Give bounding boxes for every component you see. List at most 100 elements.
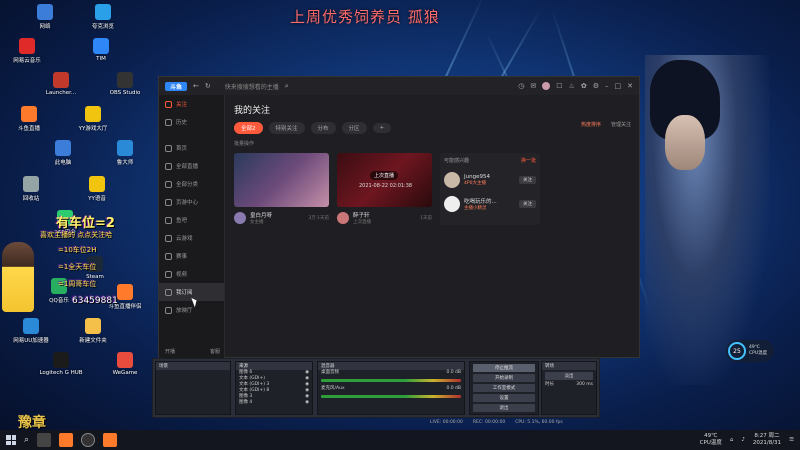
- obs-control-button[interactable]: 工作室模式: [473, 384, 535, 392]
- desktop-icon[interactable]: 鲁大师: [100, 140, 150, 166]
- back-icon[interactable]: ←: [193, 82, 199, 90]
- obs-transitions: 转场 淡出 时长 300 ms: [541, 361, 597, 415]
- desktop-icon[interactable]: 夸克浏览: [78, 4, 128, 30]
- douyu-taskbar-icon[interactable]: [59, 433, 74, 447]
- recommend-item[interactable]: Junge954 4P0大主播 关注: [444, 172, 536, 188]
- sidebar-item-label: 鱼吧: [176, 218, 188, 224]
- tab-all[interactable]: 全部2: [234, 122, 263, 134]
- sidebar-item[interactable]: 全部直播: [159, 157, 224, 175]
- search-icon[interactable]: ⌕: [285, 82, 289, 91]
- search-icon[interactable]: ⌕: [24, 435, 29, 445]
- obs-source-item[interactable]: 图像 4 ◉: [236, 400, 312, 406]
- history-icon[interactable]: ◷: [518, 82, 524, 90]
- obs-taskbar-icon[interactable]: [81, 433, 96, 447]
- desktop-icon[interactable]: 斗鱼直播: [4, 106, 54, 132]
- recommend-panel: 可能感兴趣 换一批 Junge954 4P0大主播 关注 吃喝玩乐的... 主播…: [440, 153, 540, 225]
- desktop-icon[interactable]: Logitech G HUB: [36, 352, 86, 376]
- obs-control-button[interactable]: 开始录制: [473, 374, 535, 382]
- sidebar-item[interactable]: 页游中心: [159, 193, 224, 211]
- start-icon[interactable]: [6, 435, 16, 445]
- sidebar-item-label: 关注: [176, 102, 188, 108]
- gift-icon[interactable]: ✿: [581, 82, 587, 90]
- overlay-line: =1周哥车位: [58, 280, 97, 288]
- sidebar-item[interactable]: 首页: [159, 139, 224, 157]
- desktop-icon[interactable]: YY游戏大厅: [68, 106, 118, 132]
- sidebar-item[interactable]: 历史: [159, 113, 224, 131]
- tab-distribution[interactable]: 分布: [310, 122, 336, 134]
- close-icon[interactable]: ✕: [627, 82, 633, 90]
- follow-button[interactable]: 关注: [519, 176, 536, 184]
- hot-sort-button[interactable]: 热度排序: [581, 121, 601, 128]
- mixer-db: 0.0 dB: [446, 386, 461, 391]
- cpu-widget[interactable]: 25 49℃ CPU温度: [726, 340, 774, 362]
- cloud-icon: [165, 234, 172, 242]
- batch-action[interactable]: 批量操作: [234, 140, 631, 147]
- follow-button[interactable]: 关注: [519, 200, 536, 208]
- live-status: LIVE: 00:00:00: [430, 420, 463, 425]
- stream-card[interactable]: 皇白月呀 女主播 3万·1天前: [234, 153, 329, 225]
- task-icon[interactable]: ☐: [556, 82, 562, 90]
- sidebar-item-label: 全部分类: [176, 182, 199, 188]
- notification-icon[interactable]: ☰: [789, 437, 794, 443]
- stream-card[interactable]: 上次直播 2021-08-22 02:01:38 醉子轩 上次直播 1天前: [337, 153, 432, 225]
- manage-follow-button[interactable]: 管理关注: [611, 121, 631, 128]
- clock-date: 2021/8/31: [752, 440, 782, 446]
- desktop-icon[interactable]: WeGame: [100, 352, 150, 376]
- desktop-icon[interactable]: 此电脑: [38, 140, 88, 166]
- sidebar-item[interactable]: 赛事: [159, 247, 224, 265]
- desktop-icon[interactable]: OBS Studio: [100, 72, 150, 96]
- avatar-icon[interactable]: [542, 82, 551, 90]
- tab-special[interactable]: 特别关注: [268, 122, 305, 134]
- obs-status-bar: LIVE: 00:00:00 REC: 00:00:00 CPU: 5.1%, …: [430, 420, 563, 425]
- sidebar-item[interactable]: 云游戏: [159, 229, 224, 247]
- sidebar-item[interactable]: 全部分类: [159, 175, 224, 193]
- douyu-companion-icon[interactable]: [103, 433, 118, 447]
- add-tab-icon[interactable]: +: [372, 123, 392, 133]
- sidebar-item-label: 我订阅: [176, 290, 193, 296]
- network-icon[interactable]: ⌂: [730, 437, 734, 443]
- tray-temp-label: CPU温度: [699, 440, 722, 446]
- start-stream-button[interactable]: 开播: [165, 348, 175, 355]
- obs-control-button[interactable]: 停止推流: [473, 364, 535, 372]
- recommend-item[interactable]: 吃喝玩乐的... 主播小精灵 关注: [444, 196, 536, 212]
- overlay-line: =10车位2H: [58, 246, 97, 254]
- desktop-icon[interactable]: 网络: [20, 4, 70, 30]
- stream-thumbnail[interactable]: [234, 153, 329, 207]
- tab-zone[interactable]: 分区: [341, 122, 367, 134]
- refresh-icon[interactable]: ↻: [205, 82, 211, 90]
- minimize-icon[interactable]: –: [605, 82, 609, 90]
- taskview-icon[interactable]: [37, 433, 52, 447]
- desktop-icon[interactable]: 回收站: [6, 176, 56, 202]
- cpu-status: CPU: 5.1%, 60.00 fps: [515, 420, 563, 425]
- sidebar-item-label: 历史: [176, 120, 188, 126]
- obs-control-button[interactable]: 退出: [473, 404, 535, 412]
- volume-icon[interactable]: ♪: [741, 437, 745, 443]
- sidebar-item[interactable]: 鱼吧: [159, 211, 224, 229]
- customer-service-button[interactable]: 客服: [210, 348, 220, 355]
- overlay-line: 喜欢主播的 点点关注哈: [40, 231, 113, 239]
- desktop-icon[interactable]: 网易云音乐: [2, 38, 52, 64]
- sidebar-item[interactable]: 关注: [159, 95, 224, 113]
- app-icon: [117, 352, 133, 368]
- obs-control-button[interactable]: 设置: [473, 394, 535, 402]
- streamer-name: 皇白月呀: [250, 213, 273, 219]
- desktop-icon[interactable]: Launcher...: [36, 72, 86, 96]
- stream-thumbnail[interactable]: 上次直播 2021-08-22 02:01:38: [337, 153, 432, 207]
- sidebar-item[interactable]: 放映厅: [159, 301, 224, 319]
- search-input[interactable]: 快来搜搜想看的主播: [225, 82, 279, 91]
- message-icon[interactable]: ✉: [530, 82, 536, 90]
- shirt-icon[interactable]: ♨: [569, 82, 575, 90]
- desktop-icon[interactable]: YY语音: [72, 176, 122, 202]
- transition-select[interactable]: 淡出: [545, 372, 593, 380]
- duration-input[interactable]: 300 ms: [576, 382, 593, 388]
- clock[interactable]: 8:27 周二 2021/8/31: [753, 433, 781, 447]
- clock-time: 8:27 周二: [754, 433, 780, 439]
- maximize-icon[interactable]: □: [615, 82, 622, 90]
- settings-icon[interactable]: ⚙: [593, 82, 599, 90]
- eye-icon[interactable]: ◉: [305, 400, 309, 406]
- audio-meter[interactable]: [321, 379, 461, 382]
- sidebar-item[interactable]: 视频: [159, 265, 224, 283]
- audio-meter[interactable]: [321, 395, 461, 398]
- refresh-button[interactable]: 换一批: [521, 157, 536, 164]
- desktop-icon[interactable]: TIM: [76, 38, 126, 62]
